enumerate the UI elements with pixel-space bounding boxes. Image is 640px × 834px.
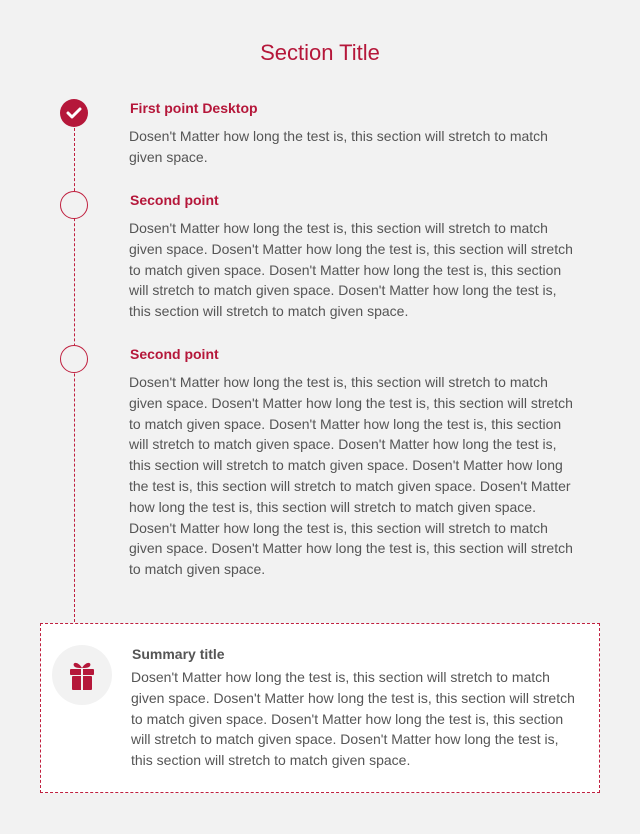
timeline-step-1: First point Desktop Dosen't Matter how l… (129, 100, 579, 168)
step-body: Dosen't Matter how long the test is, thi… (129, 374, 573, 578)
summary-body: Dosen't Matter how long the test is, thi… (131, 669, 575, 769)
gift-icon-badge (52, 645, 112, 705)
gift-icon (70, 662, 94, 690)
step-title: Second point (130, 192, 219, 208)
check-circle-icon (60, 99, 88, 127)
step-body: Dosen't Matter how long the test is, thi… (129, 128, 548, 165)
step-body: Dosen't Matter how long the test is, thi… (129, 220, 573, 320)
timeline-step-3: Second point Dosen't Matter how long the… (129, 346, 579, 580)
summary-card: Summary title Dosen't Matter how long th… (40, 623, 600, 793)
empty-circle-icon (60, 191, 88, 219)
timeline-step-2: Second point Dosen't Matter how long the… (129, 192, 579, 322)
section-title: Section Title (260, 40, 380, 65)
summary-title: Summary title (132, 646, 225, 662)
empty-circle-icon (60, 345, 88, 373)
step-title: First point Desktop (130, 100, 258, 116)
step-title: Second point (130, 346, 219, 362)
